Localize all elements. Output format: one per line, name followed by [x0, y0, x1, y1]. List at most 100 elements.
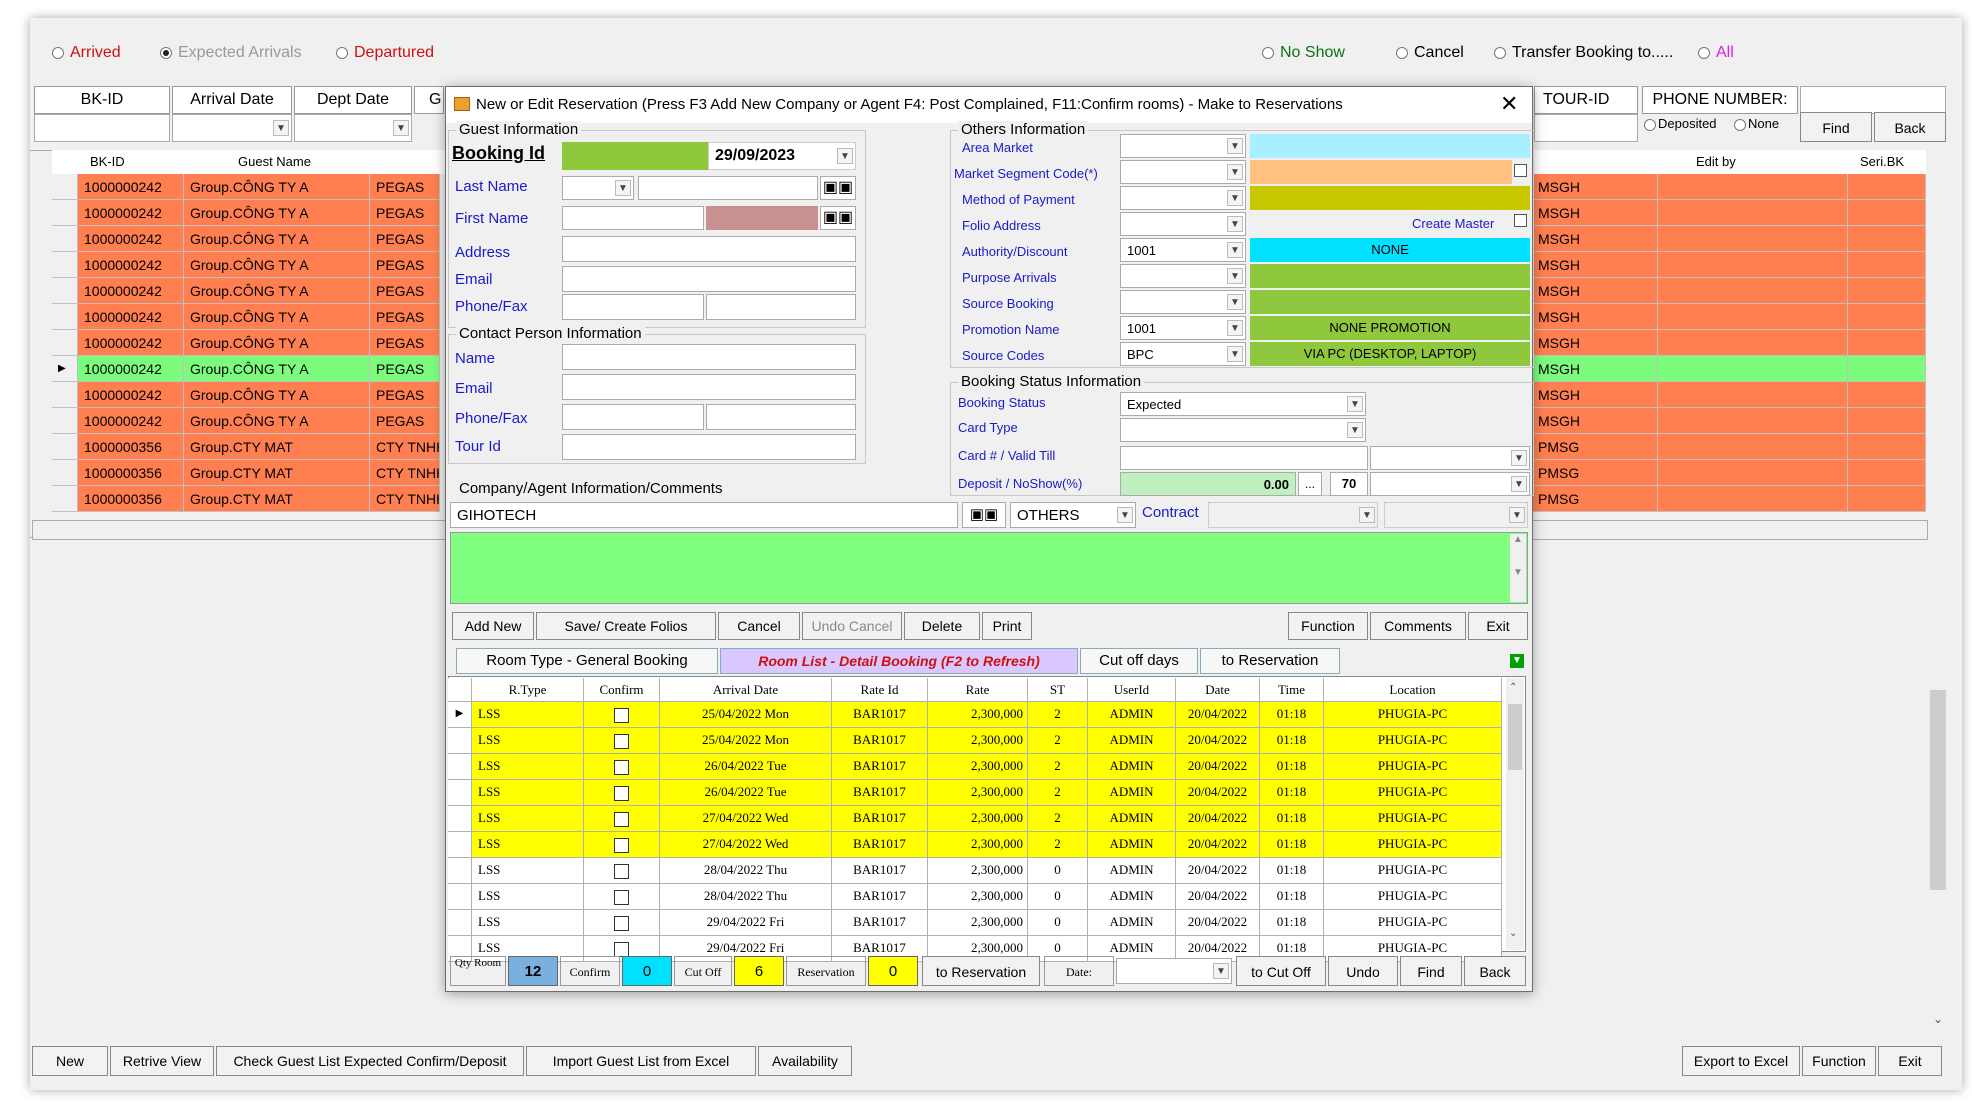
room-row[interactable]: LSS 25/04/2022 Mon BAR1017 2,300,000 2 ADMIN 2…	[448, 728, 1502, 754]
radio-cancel[interactable]: Cancel	[1396, 44, 1464, 62]
first-name-extra-field[interactable]	[706, 206, 818, 230]
binoculars-icon[interactable]: ▣▣	[820, 176, 856, 200]
deposit-input[interactable]: 0.00	[1120, 472, 1296, 496]
binoculars-icon[interactable]: ▣▣	[820, 206, 856, 230]
contact-phone-input[interactable]	[562, 404, 704, 430]
confirm-checkbox[interactable]	[614, 733, 629, 749]
radio-all[interactable]: All	[1698, 44, 1734, 62]
scrollbar-thumb[interactable]	[1508, 704, 1522, 770]
chevron-down-icon[interactable]: ▼	[1511, 476, 1527, 492]
first-name-input[interactable]	[562, 206, 704, 230]
add-new-button[interactable]: Add New	[452, 612, 534, 640]
room-row[interactable]: LSS 28/04/2022 Thu BAR1017 2,300,000 0 ADMIN 2…	[448, 858, 1502, 884]
authority-combo[interactable]: 1001 ▼	[1120, 238, 1246, 262]
chevron-down-icon[interactable]: ▼	[1227, 320, 1243, 336]
comments-button[interactable]: Comments	[1370, 612, 1466, 640]
close-icon[interactable]: ✕	[1500, 91, 1518, 117]
room-row[interactable]: LSS 26/04/2022 Tue BAR1017 2,300,000 2 ADMIN 2…	[448, 754, 1502, 780]
booking-date-combo[interactable]: 29/09/2023 ▼	[708, 142, 856, 170]
confirm-checkbox[interactable]	[614, 707, 629, 723]
undo-button[interactable]: Undo	[1328, 956, 1398, 986]
save-create-folios-button[interactable]: Save/ Create Folios	[536, 612, 716, 640]
chevron-down-icon[interactable]: ▼	[1227, 346, 1243, 362]
purpose-arrivals-combo[interactable]: ▼	[1120, 264, 1246, 288]
agent-type-combo[interactable]: OTHERS ▼	[1010, 502, 1136, 528]
chevron-down-icon[interactable]: ▼	[1227, 294, 1243, 310]
create-master-checkbox[interactable]	[1514, 214, 1527, 227]
scroll-up-icon[interactable]: ⌃	[1509, 682, 1517, 693]
room-grid-scrollbar[interactable]: ⌃ ⌄	[1506, 678, 1524, 950]
chevron-down-icon[interactable]: ▼	[1227, 268, 1243, 284]
bk-id-input[interactable]	[34, 114, 170, 142]
chevron-down-icon[interactable]: ▼	[615, 180, 631, 196]
phone-input[interactable]	[562, 294, 704, 320]
method-payment-combo[interactable]: ▼	[1120, 186, 1246, 210]
radio-none[interactable]: None	[1734, 116, 1779, 131]
chevron-down-icon[interactable]: ▼	[1347, 396, 1363, 412]
retrive-view-button[interactable]: Retrive View	[110, 1046, 214, 1076]
chevron-down-icon[interactable]: ▼	[1227, 190, 1243, 206]
chevron-down-icon[interactable]: ▼	[1227, 242, 1243, 258]
contact-name-input[interactable]	[562, 344, 856, 370]
noshow-input[interactable]: 70	[1330, 472, 1368, 496]
radio-deposited[interactable]: Deposited	[1644, 116, 1717, 131]
room-row[interactable]: LSS 27/04/2022 Wed BAR1017 2,300,000 2 ADMIN 2…	[448, 806, 1502, 832]
scroll-down-icon[interactable]: ⌄	[1509, 928, 1517, 939]
title-combo[interactable]: ▼	[562, 176, 634, 200]
to-cut-off-button[interactable]: to Cut Off	[1236, 956, 1326, 986]
chevron-down-icon[interactable]: ▼	[273, 120, 289, 136]
confirm-checkbox[interactable]	[614, 811, 629, 827]
undo-cancel-button[interactable]: Undo Cancel	[802, 612, 902, 640]
confirm-checkbox[interactable]	[614, 915, 629, 931]
chevron-down-icon[interactable]: ▼	[1227, 138, 1243, 154]
valid-till-combo[interactable]: ▼	[1370, 446, 1530, 470]
function-button[interactable]: Function	[1802, 1046, 1876, 1076]
phone-number-input[interactable]	[1800, 86, 1946, 114]
back-room-button[interactable]: Back	[1464, 956, 1526, 986]
new-button[interactable]: New	[32, 1046, 108, 1076]
comments-textarea[interactable]	[450, 532, 1528, 604]
arrival-date-combo[interactable]: ▼	[172, 114, 292, 142]
room-row[interactable]: LSS 26/04/2022 Tue BAR1017 2,300,000 2 ADMIN 2…	[448, 780, 1502, 806]
noshow-combo[interactable]: ▼	[1370, 472, 1530, 496]
cancel-button[interactable]: Cancel	[718, 612, 800, 640]
function-dialog-button[interactable]: Function	[1288, 612, 1368, 640]
company-agent-input[interactable]: GIHOTECH	[450, 502, 958, 528]
chevron-down-icon[interactable]: ▼	[1227, 216, 1243, 232]
card-type-combo[interactable]: ▼	[1120, 418, 1366, 442]
expand-icon[interactable]: ▼	[1510, 654, 1524, 668]
tab-room-type[interactable]: Room Type - General Booking	[456, 648, 718, 674]
footer-date-combo[interactable]: ▼	[1116, 958, 1232, 984]
back-button[interactable]: Back	[1874, 112, 1946, 142]
contract-combo[interactable]: ▼	[1208, 502, 1378, 528]
room-row[interactable]: LSS 29/04/2022 Fri BAR1017 2,300,000 0 ADMIN 2…	[448, 910, 1502, 936]
card-number-input[interactable]	[1120, 446, 1368, 470]
confirm-checkbox[interactable]	[614, 863, 629, 879]
chevron-down-icon[interactable]: ▼	[1509, 507, 1525, 523]
market-segment-combo[interactable]: ▼	[1120, 160, 1246, 184]
market-segment-checkbox[interactable]	[1514, 164, 1527, 177]
folio-address-combo[interactable]: ▼	[1120, 212, 1246, 236]
deposit-ellipsis-button[interactable]: ...	[1298, 472, 1322, 496]
find-button[interactable]: Find	[1800, 112, 1872, 142]
chevron-down-icon[interactable]: ▼	[1359, 507, 1375, 523]
find-room-button[interactable]: Find	[1400, 956, 1462, 986]
confirm-checkbox[interactable]	[614, 837, 629, 853]
radio-arrived[interactable]: Arrived	[52, 44, 121, 62]
exit-button[interactable]: Exit	[1878, 1046, 1942, 1076]
address-input[interactable]	[562, 236, 856, 262]
contact-fax-input[interactable]	[706, 404, 856, 430]
chevron-down-icon[interactable]: ▼	[1347, 422, 1363, 438]
tab-cut-off-days[interactable]: Cut off days	[1080, 648, 1198, 674]
confirm-checkbox[interactable]	[614, 889, 629, 905]
email-input[interactable]	[562, 266, 856, 292]
radio-expected-arrivals[interactable]: Expected Arrivals	[160, 44, 302, 62]
radio-departured[interactable]: Departured	[336, 44, 434, 62]
confirm-checkbox[interactable]	[614, 941, 629, 957]
chevron-down-icon[interactable]: ▼	[837, 148, 853, 164]
fax-input[interactable]	[706, 294, 856, 320]
chevron-down-icon[interactable]: ▼	[1511, 450, 1527, 466]
source-codes-combo[interactable]: BPC ▼	[1120, 342, 1246, 366]
tour-id-input[interactable]	[1534, 114, 1638, 142]
source-booking-combo[interactable]: ▼	[1120, 290, 1246, 314]
